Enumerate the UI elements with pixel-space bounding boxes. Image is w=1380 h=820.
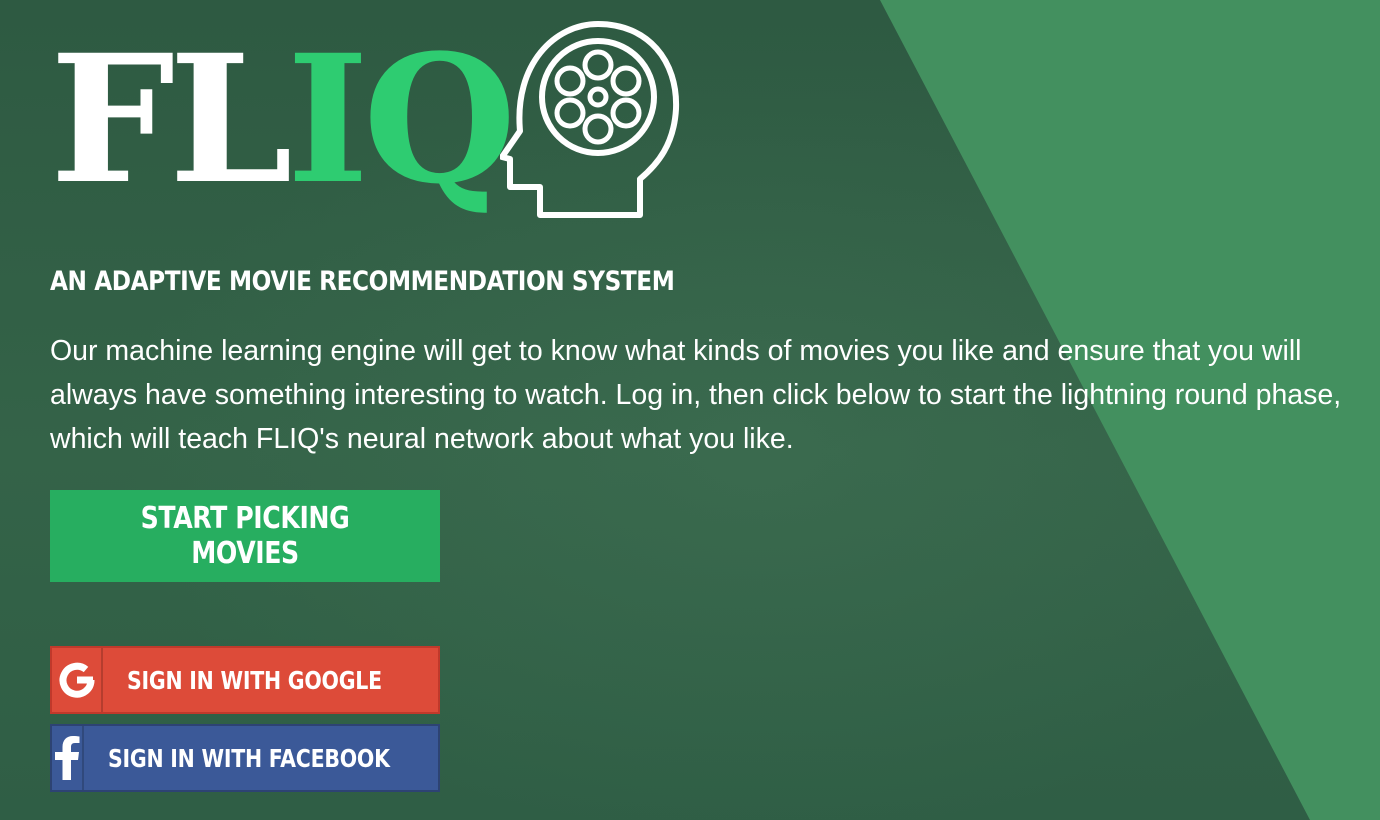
- sign-in-facebook-button[interactable]: SIGN IN WITH FACEBOOK: [50, 724, 440, 792]
- facebook-f-icon: [52, 726, 84, 790]
- page-headline: AN ADAPTIVE MOVIE RECOMMENDATION SYSTEM: [50, 266, 675, 297]
- hero-section: FLIQ AN ADAPTIVE MOVIE RECOMMENDATION SY…: [50, 0, 1370, 820]
- start-button-label: START PICKING MOVIES: [140, 501, 350, 571]
- google-button-label: SIGN IN WITH GOOGLE: [103, 648, 438, 712]
- fliq-logo[interactable]: FLIQ: [50, 14, 690, 224]
- logo-text-iq: IQ: [286, 16, 517, 223]
- intro-description: Our machine learning engine will get to …: [50, 335, 1342, 455]
- google-g-icon: [52, 648, 104, 712]
- facebook-button-text: SIGN IN WITH FACEBOOK: [108, 743, 390, 773]
- facebook-button-label: SIGN IN WITH FACEBOOK: [84, 726, 452, 790]
- start-picking-movies-button[interactable]: START PICKING MOVIES: [50, 490, 440, 582]
- logo-wordmark: FLIQ: [50, 32, 516, 208]
- google-button-text: SIGN IN WITH GOOGLE: [127, 665, 383, 695]
- sign-in-google-button[interactable]: SIGN IN WITH GOOGLE: [50, 646, 440, 714]
- head-film-reel-icon: [500, 21, 680, 218]
- logo-text-fl: FL: [50, 16, 293, 223]
